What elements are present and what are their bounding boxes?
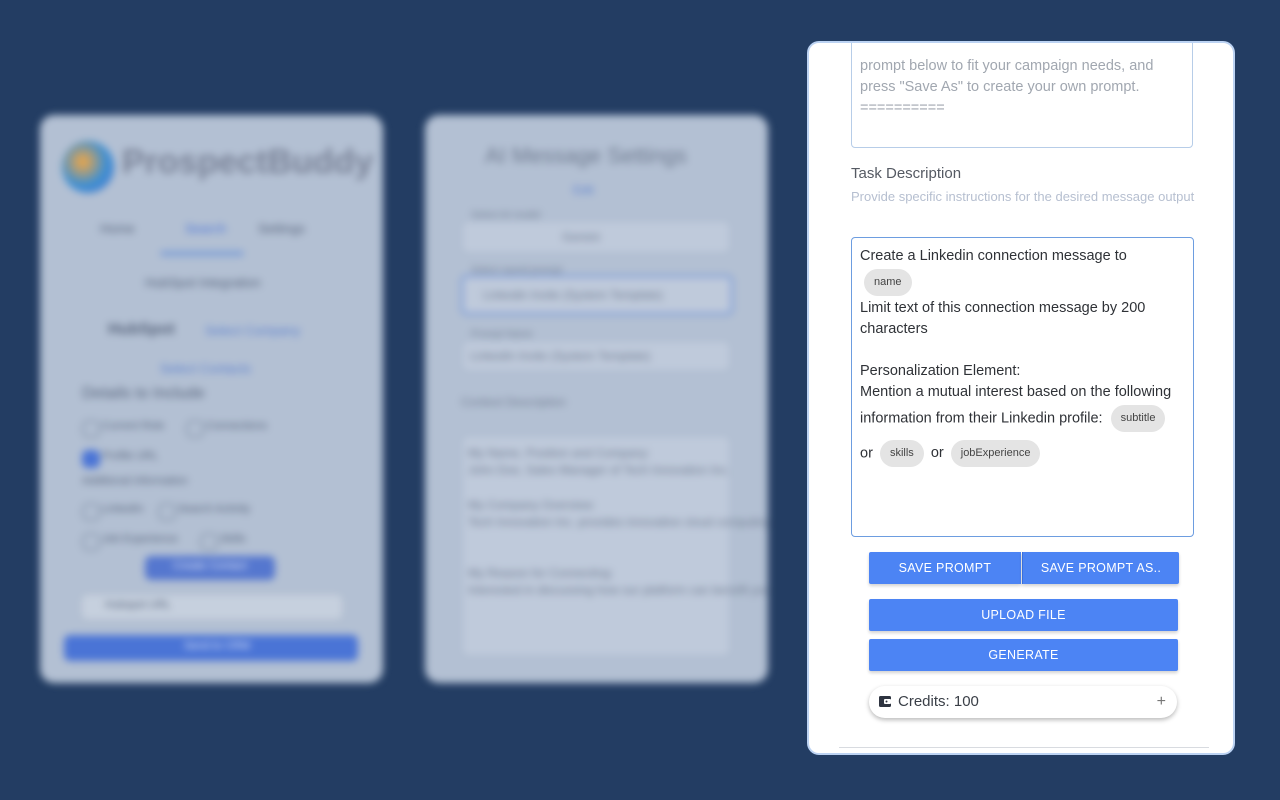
option-checkbox[interactable]	[82, 503, 100, 521]
option-checkbox[interactable]	[200, 533, 218, 551]
upload-file-button[interactable]: UPLOAD FILE	[869, 599, 1178, 631]
ai-model-value: Gemini	[562, 230, 601, 244]
prompt-editor-card: prompt below to fit your campaign needs,…	[807, 41, 1235, 755]
prompt-name-field[interactable]: LinkedIn Invite (System Template)	[461, 340, 731, 372]
task-description-title: Task Description	[851, 165, 962, 182]
option-checkbox[interactable]	[82, 450, 100, 468]
context-line: My Reason for Connecting:	[468, 566, 614, 580]
prompt-text-area[interactable]: prompt below to fit your campaign needs,…	[851, 43, 1193, 148]
create-contact-button[interactable]: Create Contact	[145, 556, 275, 580]
option-job-experience: Job Experience	[102, 533, 178, 545]
save-prompt-button[interactable]: SAVE PROMPT	[869, 552, 1021, 584]
variable-chip-name[interactable]: name	[864, 269, 912, 296]
prospectbuddy-logo-icon	[62, 141, 114, 193]
send-to-crm-button[interactable]: Send to CRM	[64, 635, 358, 661]
plus-icon[interactable]: +	[1157, 686, 1166, 718]
context-line: Tech Innovation Inc. provides innovative…	[468, 515, 768, 529]
option-skills: Skills	[220, 533, 246, 545]
saved-prompt-label: Select saved prompt	[471, 265, 563, 276]
context-line: My Company Overview:	[468, 498, 596, 512]
hubspot-select-contacts-link[interactable]: Select Contacts	[160, 361, 251, 376]
editor-or-text: or	[860, 445, 873, 462]
generate-button[interactable]: GENERATE	[869, 639, 1178, 671]
wallet-icon	[879, 696, 891, 707]
task-description-subtitle: Provide specific instructions for the de…	[851, 189, 1195, 204]
ai-settings-title: AI Message Settings	[485, 143, 687, 168]
background-panel-ai-settings: AI Message Settings Edit Select AI model…	[425, 115, 768, 683]
save-prompt-as-button[interactable]: SAVE PROMPT AS..	[1022, 552, 1179, 584]
variable-chip-skills[interactable]: skills	[879, 440, 924, 467]
variable-chip-jobexperience[interactable]: jobExperience	[950, 440, 1041, 467]
task-description-editor[interactable]: Create a Linkedin connection message to …	[851, 237, 1194, 537]
send-to-crm-label: Send to CRM	[184, 640, 251, 652]
tab-settings[interactable]: Settings	[258, 221, 305, 236]
ai-model-select[interactable]: Gemini	[461, 220, 731, 254]
context-description-field[interactable]: My Name, Position and Company: John Doe,…	[461, 435, 768, 657]
variable-chip-subtitle[interactable]: subtitle	[1110, 405, 1166, 432]
prompt-name-label: Prompt Name	[471, 329, 533, 340]
option-search-activity: Search Activity	[178, 503, 251, 515]
credits-pill[interactable]: Credits: 100 +	[869, 686, 1177, 718]
editor-or-text: or	[930, 445, 944, 462]
option-checkbox[interactable]	[82, 533, 100, 551]
tab-home[interactable]: Home	[100, 221, 135, 236]
active-tab-indicator	[160, 251, 244, 256]
editor-blank-line	[860, 340, 1185, 361]
option-additional-info: Additional information	[82, 475, 188, 487]
integration-title: HubSpot Integration	[145, 275, 261, 290]
editor-line: Limit text of this connection message by…	[860, 300, 1146, 337]
option-current-role: Current Role	[102, 420, 165, 432]
context-description-label: Context Description	[461, 395, 566, 409]
context-line: Interested in discussing how our platfor…	[468, 583, 768, 597]
create-contact-label: Create Contact	[173, 560, 247, 572]
card-divider	[839, 747, 1209, 748]
prompt-name-value: LinkedIn Invite (System Template)	[470, 349, 651, 363]
option-connections: Connections	[206, 420, 268, 432]
saved-prompt-select[interactable]: Linkedin Invite (System Template)	[461, 275, 733, 315]
tab-search[interactable]: Search	[185, 221, 226, 236]
hubspot-url-select[interactable]: Hubspot URL	[80, 593, 344, 621]
saved-prompt-value: Linkedin Invite (System Template)	[483, 288, 663, 302]
hubspot-select-company-link[interactable]: Select Company	[205, 323, 300, 338]
hubspot-url-label: Hubspot URL	[105, 599, 172, 611]
option-checkbox[interactable]	[82, 420, 100, 438]
edit-mode-toggle[interactable]: Edit	[573, 183, 594, 197]
option-profile-url: Profile URL	[102, 450, 159, 462]
brand-name: ProspectBuddy	[122, 143, 374, 181]
background-panel-prospectbuddy: ProspectBuddy Home Search Settings HubSp…	[40, 115, 383, 683]
option-linkedin: LinkedIn	[102, 503, 144, 515]
editor-line: Personalization Element:	[860, 363, 1021, 379]
save-button-group: SAVE PROMPT SAVE PROMPT AS..	[869, 552, 1179, 584]
credits-label: Credits: 100	[898, 693, 979, 710]
option-checkbox[interactable]	[158, 503, 176, 521]
hubspot-logo: HubSpot	[108, 321, 175, 338]
context-line: My Name, Position and Company:	[468, 446, 651, 460]
details-heading: Details to Include	[82, 385, 205, 402]
editor-line: Create a Linkedin connection message to	[860, 248, 1127, 264]
option-checkbox[interactable]	[186, 420, 204, 438]
context-line: John Doe, Sales Manager of Tech Innovati…	[468, 463, 730, 477]
